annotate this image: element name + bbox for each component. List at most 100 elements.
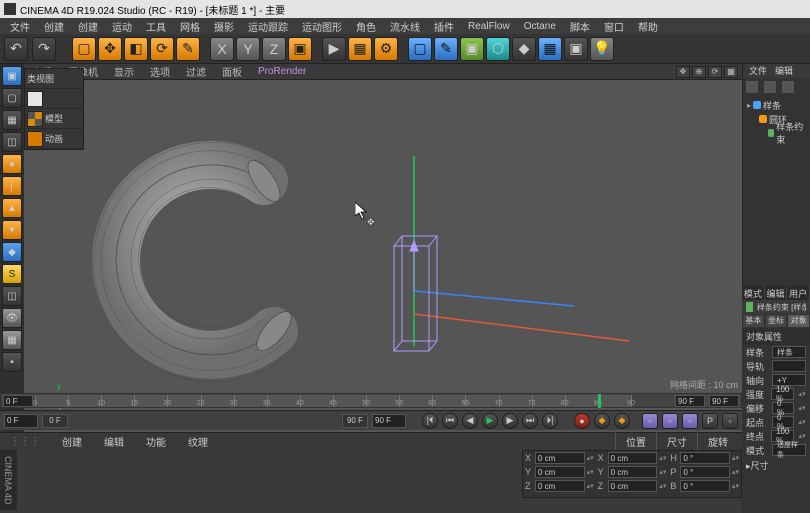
floor-icon[interactable]: ▦ (538, 37, 562, 61)
mat-func[interactable]: 功能 (140, 432, 172, 451)
vp-nav-move-icon[interactable]: ✥ (676, 66, 690, 78)
menu-mograph[interactable]: 运动图形 (296, 19, 348, 34)
tab-label[interactable]: 类视图 (27, 72, 54, 85)
visibility-icon[interactable]: 👁 (2, 308, 22, 328)
tab-basic[interactable]: 基本 (742, 314, 765, 328)
next-key-icon[interactable]: ⏭ (522, 413, 538, 429)
camera-icon[interactable]: ▣ (564, 37, 588, 61)
attr-mode[interactable]: 模式 (742, 286, 765, 300)
menu-plugins[interactable]: 插件 (428, 19, 460, 34)
menu-window[interactable]: 窗口 (598, 19, 630, 34)
coord-yr[interactable]: 0 ° (680, 466, 730, 478)
vp-nav-orbit-icon[interactable]: ⟳ (708, 66, 722, 78)
rotate-icon[interactable]: ⟳ (150, 37, 174, 61)
light-icon[interactable]: 💡 (590, 37, 614, 61)
coord-y[interactable]: 0 cm (535, 466, 585, 478)
frame-end-sub[interactable]: 90 F (342, 414, 368, 428)
menu-tools[interactable]: 工具 (140, 19, 172, 34)
om-file[interactable]: 文件 (745, 64, 771, 78)
point-mode-icon[interactable]: ● (2, 154, 22, 174)
frame-start-field[interactable]: 0 F (4, 414, 38, 428)
model-mode-icon[interactable]: ▢ (2, 88, 22, 108)
workplane2-icon[interactable]: ◫ (2, 286, 22, 306)
node-constraint[interactable]: 样条约束 (747, 126, 806, 140)
vp-display[interactable]: 显示 (110, 64, 138, 79)
menu-create[interactable]: 创建 (72, 19, 104, 34)
cube-icon[interactable]: ▢ (408, 37, 432, 61)
coord-xr[interactable]: 0 ° (680, 452, 730, 464)
axis-mode-icon[interactable]: ▾ (2, 220, 22, 240)
live-select-icon[interactable]: ▢ (72, 37, 96, 61)
timeline-end-field-a[interactable]: 90 F (675, 395, 705, 407)
timeline-end-field-b[interactable]: 90 F (709, 395, 739, 407)
misc-icon[interactable]: ▪ (2, 352, 22, 372)
attr-user[interactable]: 用户 (787, 286, 810, 300)
scale-icon[interactable]: ◧ (124, 37, 148, 61)
vp-filter[interactable]: 过滤 (182, 64, 210, 79)
menu-snap[interactable]: 摄影 (208, 19, 240, 34)
vp-nav-layout-icon[interactable]: ▦ (724, 66, 738, 78)
frame-end-field[interactable]: 90 F (372, 414, 406, 428)
render-settings-icon[interactable]: ⚙ (374, 37, 398, 61)
edge-mode-icon[interactable]: │ (2, 176, 22, 196)
swatch-icon[interactable] (27, 91, 43, 107)
tab-label[interactable]: 模型 (45, 112, 63, 125)
menu-mesh[interactable]: 网格 (174, 19, 206, 34)
coord-z[interactable]: 0 cm (535, 480, 585, 492)
om-icon-2[interactable] (763, 80, 777, 94)
deformer-icon[interactable]: ◆ (512, 37, 536, 61)
play-icon[interactable]: ▶ (482, 413, 498, 429)
array-icon[interactable]: ⬡ (486, 37, 510, 61)
mat-tex[interactable]: 纹理 (182, 432, 214, 451)
menu-pipeline[interactable]: 流水线 (384, 19, 426, 34)
om-icon-3[interactable] (781, 80, 795, 94)
next-frame-icon[interactable]: ▶ (502, 413, 518, 429)
z-axis-icon[interactable]: Z (262, 37, 286, 61)
subdiv-icon[interactable]: ▣ (460, 37, 484, 61)
tab-object[interactable]: 对象 (787, 314, 810, 328)
key-pla-icon[interactable]: ▫ (722, 413, 738, 429)
autokey-icon[interactable]: ◆ (594, 413, 610, 429)
prev-frame-icon[interactable]: ◀ (462, 413, 478, 429)
prev-key-icon[interactable]: ⏮ (442, 413, 458, 429)
redo-icon[interactable]: ↷ (32, 37, 56, 61)
move-icon[interactable]: ✥ (98, 37, 122, 61)
key-param-icon[interactable]: P (702, 413, 718, 429)
vp-panel[interactable]: 面板 (218, 64, 246, 79)
menu-file[interactable]: 文件 (4, 19, 36, 34)
timeline-start-field[interactable]: 0 F (3, 395, 33, 407)
pen-icon[interactable]: ✎ (434, 37, 458, 61)
texture-mode-icon[interactable]: ▦ (2, 110, 22, 130)
mode-field[interactable]: 适度样条 (772, 444, 806, 456)
om-icon-1[interactable] (745, 80, 759, 94)
make-editable-icon[interactable]: ▣ (2, 66, 22, 86)
render-region-icon[interactable]: ▦ (348, 37, 372, 61)
keyframe-icon[interactable]: ◆ (614, 413, 630, 429)
coord-x[interactable]: 0 cm (535, 452, 585, 464)
goto-end-icon[interactable]: ⏵| (542, 413, 558, 429)
y-axis-icon[interactable]: Y (236, 37, 260, 61)
key-pos-icon[interactable]: ▫ (642, 413, 658, 429)
coord-zs[interactable]: 0 cm (608, 480, 658, 492)
key-rot-icon[interactable]: ▫ (682, 413, 698, 429)
key-scale-icon[interactable]: ▫ (662, 413, 678, 429)
x-axis-icon[interactable]: X (210, 37, 234, 61)
tweak-icon[interactable]: ◆ (2, 242, 22, 262)
menu-help[interactable]: 帮助 (632, 19, 664, 34)
coord-system-icon[interactable]: ▣ (288, 37, 312, 61)
tab-label[interactable]: 动画 (45, 132, 63, 145)
menu-character[interactable]: 角色 (350, 19, 382, 34)
workplane-icon[interactable]: ◫ (2, 132, 22, 152)
menu-realflow[interactable]: RealFlow (462, 21, 516, 32)
frame-start-sub[interactable]: 0 F (42, 414, 68, 428)
mat-edit[interactable]: 编辑 (98, 432, 130, 451)
col-rot[interactable]: 旋转 (697, 432, 738, 451)
polygon-mode-icon[interactable]: ▲ (2, 198, 22, 218)
spline-field[interactable]: 样条 (772, 346, 806, 358)
coord-zr[interactable]: 0 ° (680, 480, 730, 492)
menu-script[interactable]: 脚本 (564, 19, 596, 34)
render-view-icon[interactable]: ▶ (322, 37, 346, 61)
tab-coord[interactable]: 坐标 (765, 314, 788, 328)
vp-prorender[interactable]: ProRender (254, 66, 310, 77)
menu-select[interactable]: 运动 (106, 19, 138, 34)
